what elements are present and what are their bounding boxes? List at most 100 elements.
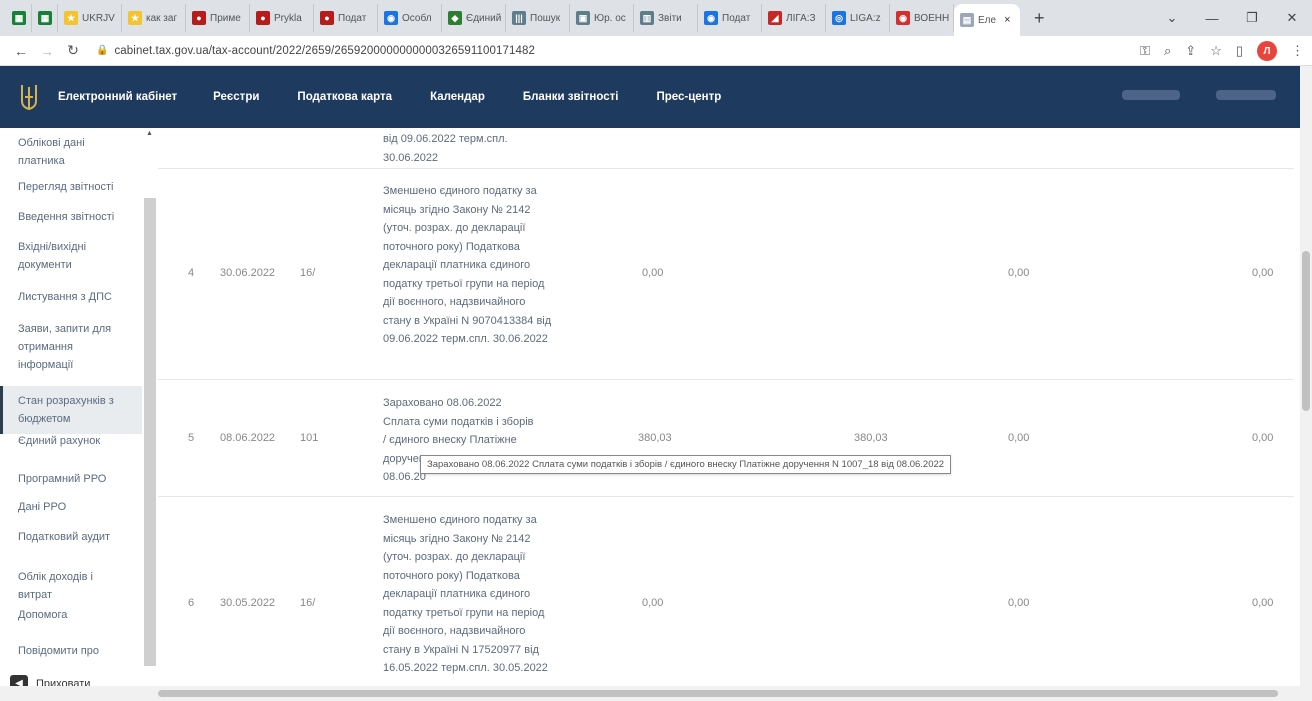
page-vertical-scrollbar[interactable] (1300, 66, 1312, 686)
nav-registers[interactable]: Реєстри (213, 91, 259, 103)
tab-favicon-icon: ▣ (576, 11, 590, 25)
row-description: від 09.06.2022 терм.спл. 30.06.2022 (383, 133, 508, 164)
browser-tab[interactable]: ||| Пошук (506, 4, 570, 32)
tab-favicon-icon: ▥ (640, 11, 654, 25)
browser-tab[interactable]: ▣ Юр. ос (570, 4, 634, 32)
tab-favicon-icon: ★ (64, 11, 78, 25)
minimize-button[interactable]: — (1192, 11, 1232, 26)
tab-label: ВОЕНН (914, 12, 950, 24)
tab-label: Пошук (530, 12, 561, 24)
share-icon[interactable]: ⇪ (1185, 43, 1196, 59)
nav-press-center[interactable]: Прес-центр (656, 91, 721, 103)
zoom-icon[interactable]: ⌕ (1164, 43, 1171, 59)
sidebar-item[interactable]: Облік доходів і витрат (0, 568, 142, 604)
back-icon[interactable]: ← (8, 43, 34, 59)
sidebar-item[interactable]: Стан розрахунків з бюджетом (0, 386, 142, 434)
sidepanel-icon[interactable]: ▯ (1236, 43, 1243, 59)
tab-close-icon[interactable]: × (1004, 14, 1010, 26)
sidebar: Повідомити про помилкуДопомогаОблік дохо… (0, 128, 158, 701)
sidebar-item[interactable]: Програмний РРО (0, 470, 142, 488)
browser-tab[interactable]: ◉ Подат (698, 4, 762, 32)
tab-label: Особл (402, 12, 432, 24)
tab-label: Єдиний (466, 12, 502, 24)
sidebar-item[interactable]: Заяви, запити для отримання інформації (0, 320, 142, 374)
key-icon[interactable]: ⚿ (1140, 43, 1150, 59)
sidebar-item[interactable]: Вхідні/вихідні документи (0, 238, 142, 274)
reload-icon[interactable]: ↻ (60, 42, 86, 59)
row-amount-penalty: 0,00 (1252, 432, 1274, 444)
sidebar-item[interactable]: Облікові дані платника (0, 134, 142, 170)
tab-favicon-icon: ▤ (960, 13, 974, 27)
row-description: Зменшено єдиного податку за місяць згідн… (383, 185, 552, 345)
trident-logo-icon[interactable] (18, 81, 40, 113)
sidebar-item[interactable]: Дані РРО (0, 498, 142, 516)
tab-label: ЛІГА:З (786, 12, 816, 24)
table-row: 5 08.06.2022 101 Зараховано 08.06.2022 С… (158, 380, 1294, 497)
profile-avatar[interactable]: Л (1257, 41, 1277, 61)
tab-favicon-icon: ◉ (384, 11, 398, 25)
sidebar-item[interactable]: Листування з ДПС (0, 288, 142, 306)
url-field[interactable]: cabinet.tax.gov.ua/tax-account/2022/2659… (114, 45, 535, 57)
browser-tab[interactable]: ● Prykla (250, 4, 314, 32)
browser-tab[interactable]: ◆ Єдиний (442, 4, 506, 32)
nav-tax-map[interactable]: Податкова карта (297, 91, 392, 103)
sidebar-item[interactable]: Податковий аудит (0, 528, 142, 546)
scroll-up-icon[interactable]: ▲ (146, 130, 153, 137)
tab-label: LIGA:z (850, 12, 881, 24)
row-code: 101 (300, 432, 319, 444)
tab-favicon-icon: ★ (128, 11, 142, 25)
row-amount-balance: 0,00 (1008, 597, 1030, 609)
row-number: 5 (188, 432, 195, 444)
row-code: 16/ (300, 597, 316, 609)
nav-report-forms[interactable]: Бланки звітності (523, 91, 619, 103)
tab-label: Подат (722, 12, 751, 24)
sidebar-item[interactable]: Введення звітності (0, 208, 142, 226)
row-code: 16/ (300, 267, 316, 279)
row-amount-penalty: 0,00 (1252, 267, 1274, 279)
tab-label: UKRJV (82, 12, 115, 24)
address-bar: ← → ↻ 🔒 cabinet.tax.gov.ua/tax-account/2… (0, 36, 1312, 66)
sidebar-scrollbar[interactable] (144, 198, 156, 668)
new-tab-button[interactable]: + (1020, 8, 1059, 29)
maximize-button[interactable]: ❐ (1232, 10, 1272, 26)
row-number: 6 (188, 597, 195, 609)
tab-label: Юр. ос (594, 12, 626, 24)
browser-tab[interactable]: ◉ ВОЕНН (890, 4, 954, 32)
browser-tab[interactable]: ● Приме (186, 4, 250, 32)
row-date: 30.06.2022 (220, 267, 276, 279)
browser-tab[interactable]: ▦ (6, 4, 32, 32)
sidebar-item[interactable]: Перегляд звітності (0, 178, 142, 196)
row-amount-charged: 0,00 (642, 267, 664, 279)
browser-tab[interactable]: ▦ (32, 4, 58, 32)
bookmark-star-icon[interactable]: ☆ (1210, 43, 1222, 59)
browser-tab[interactable]: ▥ Звіти (634, 4, 698, 32)
page-horizontal-scrollbar[interactable] (0, 686, 1312, 701)
nav-calendar[interactable]: Календар (430, 91, 485, 103)
browser-tab[interactable]: ◢ ЛІГА:З (762, 4, 826, 32)
menu-kebab-icon[interactable]: ⋮ (1291, 43, 1304, 59)
brand-title[interactable]: Електронний кабінет (58, 91, 177, 103)
browser-tab-active[interactable]: ▤ Еле × (954, 4, 1020, 36)
sidebar-item[interactable]: Допомога (0, 606, 142, 624)
forward-icon[interactable]: → (34, 43, 60, 59)
browser-tab-strip: ▦ ▦ ★ UKRJV ★ как заг ● Приме ● Prykla ● Подат ◉ Особ… (0, 0, 1312, 36)
browser-tab[interactable]: ◎ LIGA:z (826, 4, 890, 32)
tab-favicon-icon: ▦ (38, 11, 52, 25)
sidebar-item[interactable]: Єдиний рахунок (0, 432, 142, 450)
page-scroll-thumb[interactable] (1302, 251, 1310, 411)
page-hscroll-thumb[interactable] (158, 690, 1278, 697)
row-amount-balance: 0,00 (1008, 267, 1030, 279)
tab-label: Приме (210, 12, 241, 24)
close-window-button[interactable]: ✕ (1272, 10, 1312, 26)
browser-tab[interactable]: ◉ Особл (378, 4, 442, 32)
tab-favicon-icon: ◆ (448, 11, 462, 25)
row-number: 4 (188, 267, 195, 279)
row-date: 30.05.2022 (220, 597, 276, 609)
tab-search-icon[interactable]: ⌄ (1152, 10, 1192, 26)
browser-tab[interactable]: ● Подат (314, 4, 378, 32)
browser-tab[interactable]: ★ как заг (122, 4, 186, 32)
user-menu-blurred[interactable] (1122, 90, 1180, 100)
lock-icon[interactable]: 🔒 (96, 45, 108, 56)
logout-blurred[interactable] (1216, 90, 1276, 100)
browser-tab[interactable]: ★ UKRJV (58, 4, 122, 32)
